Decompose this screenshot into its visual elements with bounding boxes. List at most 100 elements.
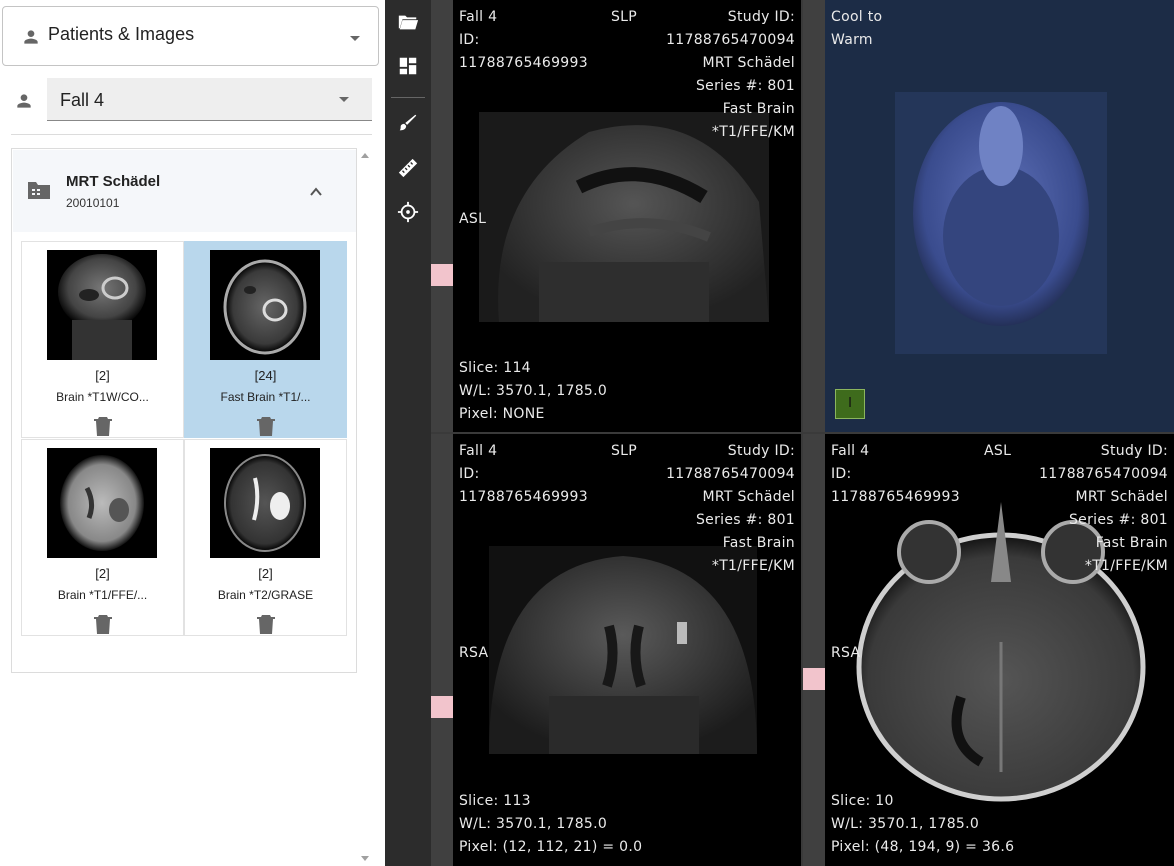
overlay-id-label: ID:	[831, 466, 852, 482]
chevron-up-icon[interactable]	[310, 186, 322, 198]
study-title: MRT Schädel	[66, 173, 161, 190]
folder-shared-icon	[28, 182, 50, 199]
overlay-series-description: *T1/FFE/KM	[711, 558, 795, 574]
overlay-patient-id: 11788765469993	[831, 489, 960, 505]
series-image-count: [24]	[254, 368, 277, 383]
overlay-study-id: 11788765470094	[666, 466, 795, 482]
series-image-count: [2]	[258, 566, 273, 581]
overlay-orientation-marker: ASL	[459, 211, 487, 227]
folder-open-icon[interactable]	[397, 11, 419, 33]
overlay-study-id: 11788765470094	[666, 32, 795, 48]
scroll-up-icon[interactable]	[361, 153, 369, 158]
series-image-count: [2]	[95, 566, 110, 581]
series-name: Brain *T1W/CO...	[56, 390, 149, 404]
overlay-pixel-value: Pixel: (48, 194, 9) = 36.6	[831, 839, 1015, 855]
delete-icon[interactable]	[94, 416, 112, 436]
overlay-orientation-marker: RSA	[831, 645, 861, 661]
image-viewer: Fall 4 SLP ID: 11788765469993 Study ID: …	[431, 0, 1174, 866]
overlay-id-label: ID:	[459, 466, 480, 482]
overlay-window-level: W/L: 3570.1, 1785.0	[459, 816, 608, 832]
overlay-pixel-value: Pixel: (12, 112, 21) = 0.0	[459, 839, 643, 855]
series-name: Brain *T2/GRASE	[217, 588, 314, 602]
patient-select-row: Fall 4	[0, 78, 385, 122]
overlay-orientation-code: SLP	[611, 443, 638, 459]
viewport-coronal[interactable]: Fall 4 SLP ID: 11788765469993 Study ID: …	[453, 434, 801, 866]
viewport-strip	[803, 0, 825, 432]
overlay-study-description: MRT Schädel	[1075, 489, 1168, 505]
slice-position-marker[interactable]	[803, 668, 825, 690]
slice-scrollbar[interactable]	[431, 434, 453, 866]
series-thumbnail	[47, 250, 157, 360]
overlay-series-number: Series #: 801	[1068, 512, 1168, 528]
overlay-patient-id: 11788765469993	[459, 489, 588, 505]
overlay-window-level: W/L: 3570.1, 1785.0	[831, 816, 980, 832]
series-tile[interactable]: [2] Brain *T2/GRASE	[184, 439, 347, 636]
slice-scrollbar[interactable]	[803, 434, 825, 866]
sidebar-scrollbar[interactable]	[358, 148, 372, 866]
overlay-series-number: Series #: 801	[695, 78, 795, 94]
series-tile[interactable]: [24] Fast Brain *T1/...	[184, 241, 347, 438]
overlay-series-number: Series #: 801	[695, 512, 795, 528]
overlay-series-description: *T1/FFE/KM	[1084, 558, 1168, 574]
patients-images-label: Patients & Images	[48, 24, 195, 44]
patient-select-value: Fall 4	[60, 90, 105, 110]
person-icon	[17, 94, 31, 108]
slice-position-marker[interactable]	[431, 264, 453, 286]
series-thumbnail	[210, 448, 320, 558]
overlay-slice: Slice: 113	[459, 793, 531, 809]
toolbar-divider	[391, 97, 425, 98]
study-header[interactable]: MRT Schädel 20010101	[13, 150, 356, 232]
overlay-study-id-label: Study ID:	[727, 9, 795, 25]
overlay-series-description: Fast Brain	[722, 535, 795, 551]
overlay-patient-name: Fall 4	[459, 443, 498, 459]
ruler-icon[interactable]	[397, 157, 419, 179]
colormap-label: Warm	[831, 32, 873, 48]
overlay-slice: Slice: 10	[831, 793, 894, 809]
series-name: Brain *T1/FFE/...	[57, 588, 148, 602]
overlay-patient-id: 11788765469993	[459, 55, 588, 71]
volume-render	[895, 92, 1107, 354]
volume-info-button[interactable]: I	[835, 389, 865, 419]
series-name: Fast Brain *T1/...	[220, 390, 311, 404]
overlay-series-description: Fast Brain	[1095, 535, 1168, 551]
overlay-series-description: Fast Brain	[722, 101, 795, 117]
brush-icon[interactable]	[397, 112, 419, 134]
delete-icon[interactable]	[257, 416, 275, 436]
overlay-slice: Slice: 114	[459, 360, 531, 376]
overlay-pixel-value: Pixel: NONE	[459, 406, 545, 422]
chevron-down-icon	[339, 97, 349, 102]
overlay-window-level: W/L: 3570.1, 1785.0	[459, 383, 608, 399]
layout-icon[interactable]	[397, 55, 419, 77]
tool-sidebar	[385, 0, 431, 866]
slice-scrollbar[interactable]	[431, 0, 453, 432]
series-thumbnail	[210, 250, 320, 360]
left-panel: Patients & Images Fall 4 MRT Schädel 200…	[0, 0, 385, 866]
overlay-orientation-marker: RSA	[459, 645, 489, 661]
overlay-study-id-label: Study ID:	[1100, 443, 1168, 459]
series-tile[interactable]: [2] Brain *T1/FFE/...	[21, 439, 184, 636]
overlay-patient-name: Fall 4	[459, 9, 498, 25]
delete-icon[interactable]	[94, 614, 112, 634]
patients-images-dropdown[interactable]: Patients & Images	[2, 6, 379, 66]
overlay-series-description: *T1/FFE/KM	[711, 124, 795, 140]
patient-select[interactable]: Fall 4	[47, 78, 372, 121]
overlay-study-id: 11788765470094	[1039, 466, 1168, 482]
slice-position-marker[interactable]	[431, 696, 453, 718]
scroll-down-icon[interactable]	[361, 856, 369, 861]
viewport-sagittal[interactable]: Fall 4 SLP ID: 11788765469993 Study ID: …	[453, 0, 801, 432]
colormap-label: Cool to	[831, 9, 883, 25]
viewport-3d-volume[interactable]: Cool to Warm I	[825, 0, 1174, 432]
overlay-patient-name: Fall 4	[831, 443, 870, 459]
divider	[11, 134, 372, 135]
crosshair-icon[interactable]	[397, 201, 419, 223]
series-tile[interactable]: [2] Brain *T1W/CO...	[21, 241, 184, 438]
overlay-study-description: MRT Schädel	[702, 55, 795, 71]
delete-icon[interactable]	[257, 614, 275, 634]
overlay-study-id-label: Study ID:	[727, 443, 795, 459]
chevron-down-icon	[350, 36, 360, 41]
viewport-axial[interactable]: Fall 4 ASL ID: 11788765469993 Study ID: …	[825, 434, 1174, 866]
person-icon	[24, 30, 38, 44]
study-panel: MRT Schädel 20010101 [2] Brain *T1W/CO..…	[11, 148, 357, 673]
overlay-id-label: ID:	[459, 32, 480, 48]
study-date: 20010101	[66, 196, 120, 210]
